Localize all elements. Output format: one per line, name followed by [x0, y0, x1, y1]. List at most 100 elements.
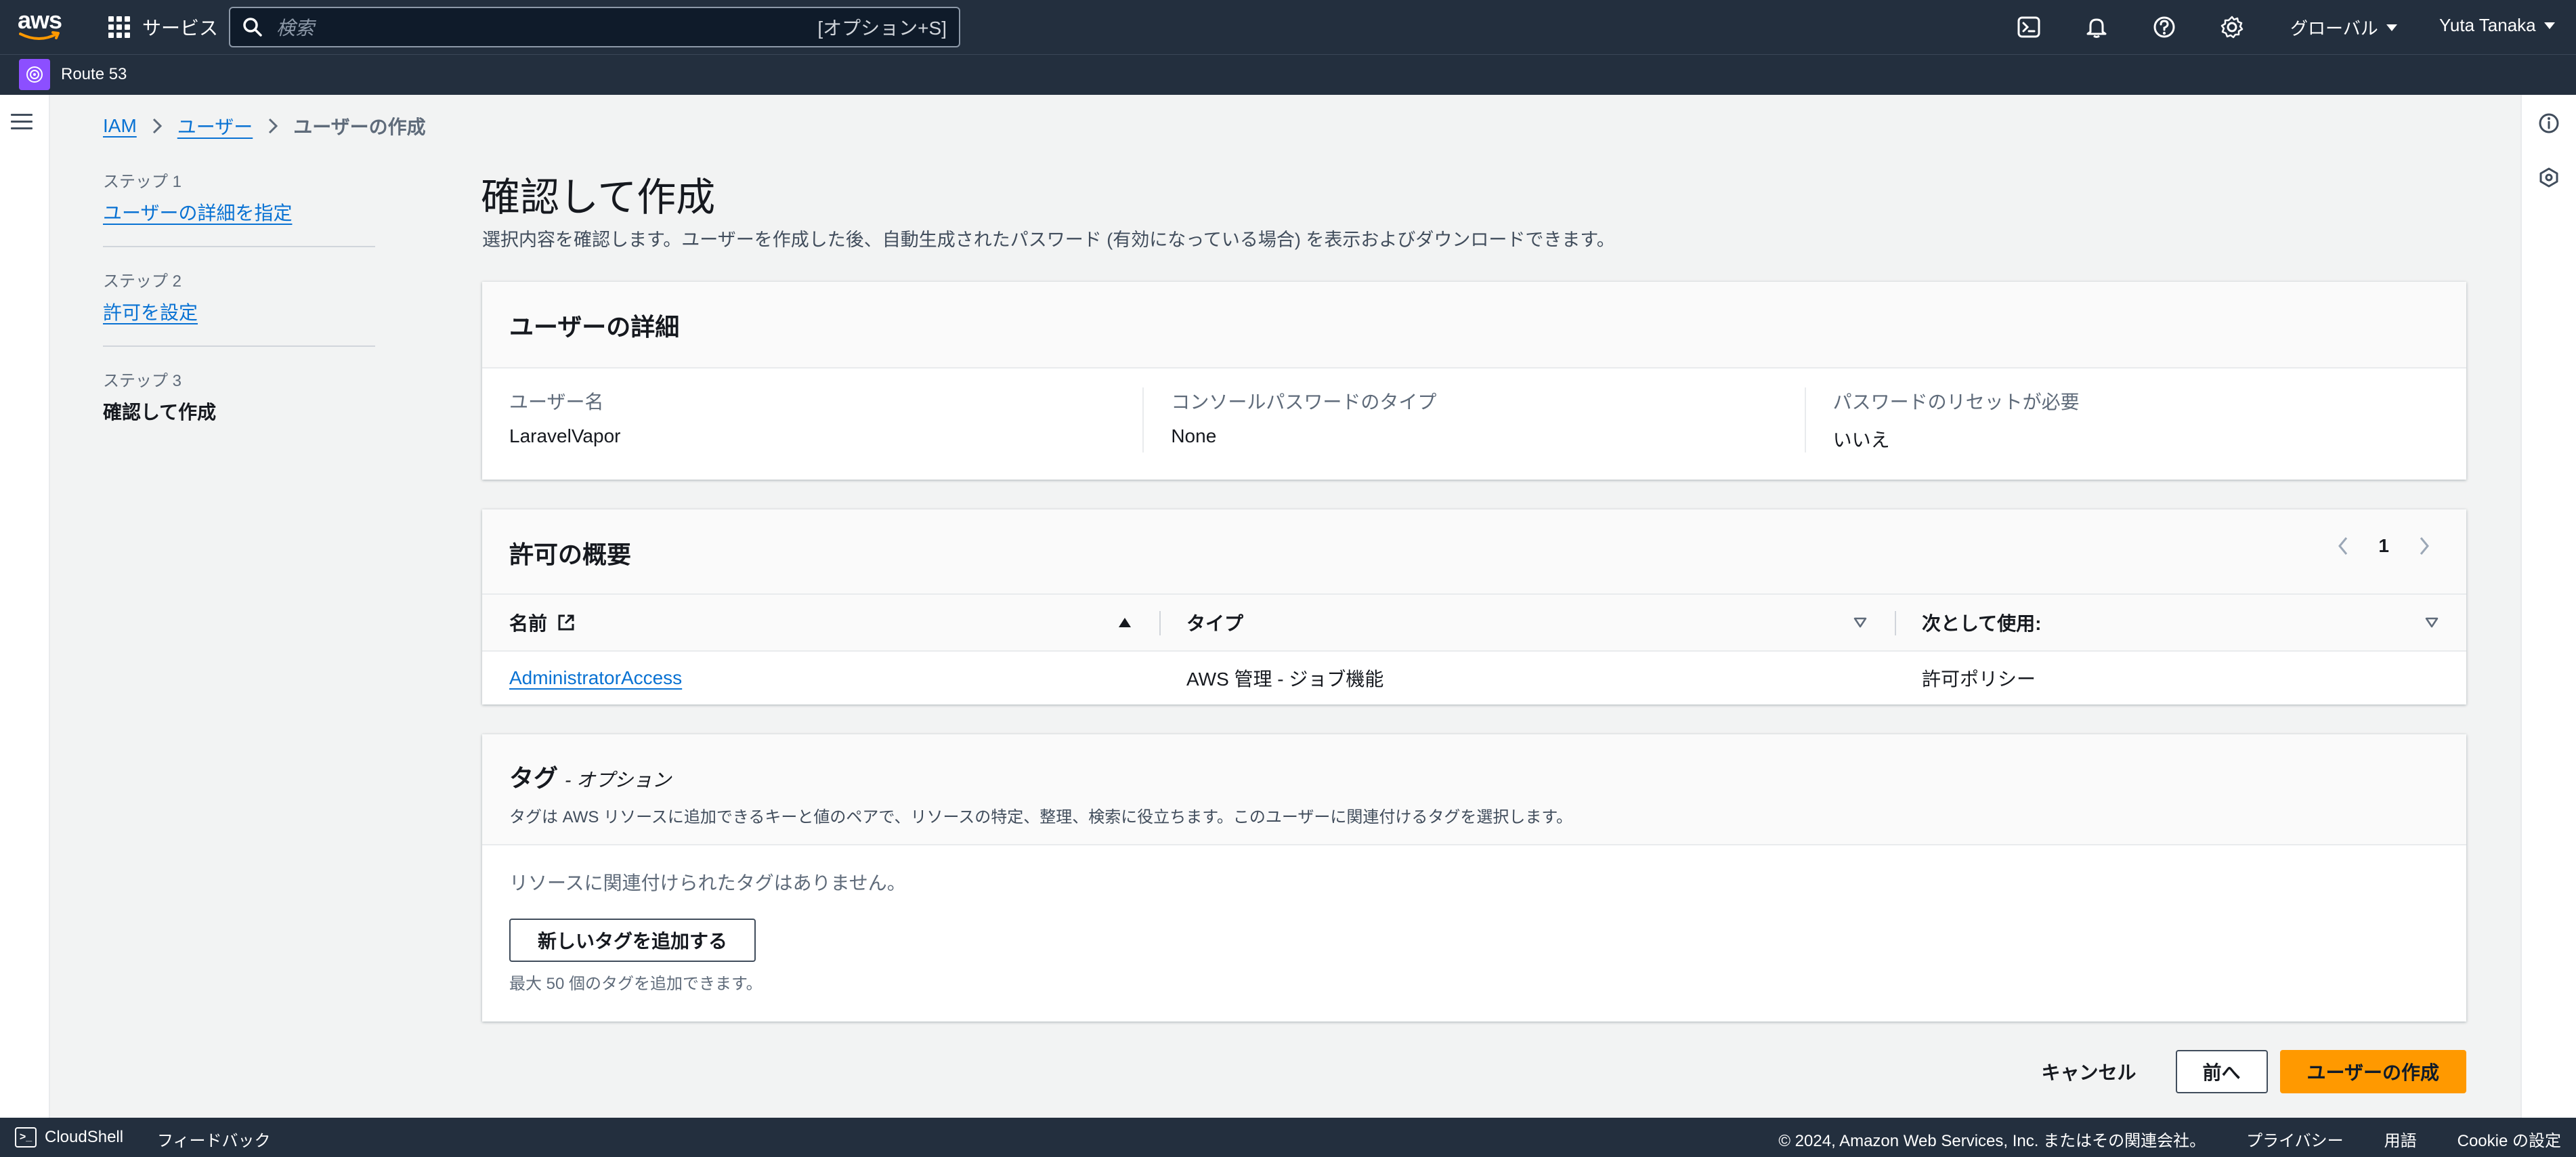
column-header-label: 次として使用: [1922, 613, 2042, 634]
info-panel-button[interactable] [2535, 110, 2562, 137]
pagination: 1 [2335, 532, 2432, 560]
tags-panel: タグ - オプション タグは AWS リソースに追加できるキーと値のペアで、リソ… [482, 734, 2466, 1022]
tags-body: リソースに関連付けられたタグはありません。 新しいタグを追加する 最大 50 個… [482, 845, 2466, 994]
chevron-right-icon [2420, 537, 2429, 555]
chevron-left-icon [2338, 537, 2348, 555]
page-number[interactable]: 1 [2378, 535, 2389, 557]
permissions-title: 許可の概要 [509, 541, 632, 568]
column-header-type[interactable]: タイプ [1159, 595, 1895, 650]
table-cell-used-as: 許可ポリシー [1922, 669, 2036, 690]
help-icon [2153, 16, 2175, 38]
search-placeholder: 検索 [276, 18, 315, 39]
step-label: ステップ 2 [103, 272, 182, 291]
settings-button[interactable] [2218, 14, 2246, 41]
panel-header: ユーザーの詳細 [482, 282, 2466, 369]
service-bar: Route 53 [0, 54, 2576, 95]
external-link-icon [558, 614, 574, 631]
breadcrumb-users[interactable]: ユーザー [177, 112, 253, 140]
caret-down-icon [2386, 24, 2397, 31]
page-description: 選択内容を確認します。ユーザーを作成した後、自動生成されたパスワード (有効にな… [482, 230, 1615, 250]
column-header-used-as[interactable]: 次として使用: [1895, 595, 2466, 650]
menu-icon[interactable] [11, 114, 33, 131]
footer: >_ CloudShell フィードバック © 2024, Amazon Web… [0, 1118, 2576, 1157]
step-3: ステップ 3 確認して作成 [103, 367, 375, 445]
wizard-actions: キャンセル 前へ ユーザーの作成 [2035, 1050, 2466, 1093]
tags-description: タグは AWS リソースに追加できるキーと値のペアで、リソースの特定、整理、検索… [509, 808, 1572, 826]
step-current-review: 確認して作成 [103, 402, 217, 423]
help-button[interactable] [2151, 14, 2178, 41]
search-icon [243, 18, 262, 37]
chevron-right-icon [152, 118, 162, 134]
top-navigation: aws サービス 検索 [オプション+S] グローバル Yuta Tanaka [0, 0, 2576, 54]
search-shortcut: [オプション+S] [817, 18, 947, 39]
gear-icon [2220, 16, 2244, 39]
user-details-title: ユーザーの詳細 [509, 313, 680, 341]
account-menu[interactable]: Yuta Tanaka [2439, 15, 2555, 36]
field-console-password-type: コンソールパスワードのタイプ None [1142, 387, 1804, 453]
step-label: ステップ 3 [103, 372, 182, 390]
field-key: パスワードのリセットが必要 [1832, 392, 2080, 413]
cloudshell-button[interactable] [2015, 14, 2042, 41]
field-value: None [1171, 425, 1217, 446]
create-user-button[interactable]: ユーザーの作成 [2279, 1050, 2466, 1093]
breadcrumb-current: ユーザーの作成 [293, 117, 426, 138]
privacy-link[interactable]: プライバシー [2246, 1127, 2344, 1151]
tags-heading: タグ - オプション [509, 759, 2439, 794]
field-key: ユーザー名 [509, 392, 604, 413]
step-link-user-details[interactable]: ユーザーの詳細を指定 [103, 198, 375, 226]
services-label: サービス [142, 18, 219, 39]
sort-icon [1853, 617, 1867, 628]
field-value: いいえ [1832, 429, 1890, 450]
column-header-label: 名前 [509, 613, 548, 634]
permissions-table: 名前 タイプ 次として使用: AdministratorAccess AWS 管… [482, 595, 2466, 704]
next-page-button[interactable] [2416, 532, 2432, 560]
tags-title: タグ [509, 764, 559, 792]
permissions-summary-panel: 許可の概要 1 名前 タイプ 次として使用: AdministratorAcce… [482, 509, 2466, 704]
notifications-button[interactable] [2083, 14, 2110, 41]
table-row: AdministratorAccess AWS 管理 - ジョブ機能 許可ポリシ… [482, 652, 2466, 704]
panel-header: タグ - オプション タグは AWS リソースに追加できるキーと値のペアで、リソ… [482, 734, 2466, 845]
column-header-name[interactable]: 名前 [482, 595, 1159, 650]
cancel-button[interactable]: キャンセル [2035, 1050, 2143, 1093]
search-input[interactable]: 検索 [オプション+S] [229, 7, 960, 47]
terminal-icon: >_ [15, 1127, 37, 1148]
bell-icon [2086, 18, 2107, 38]
field-username: ユーザー名 LaravelVapor [482, 387, 1142, 453]
previous-page-button[interactable] [2335, 532, 2351, 560]
breadcrumb: IAM ユーザー ユーザーの作成 [103, 112, 426, 140]
side-navigation-rail [0, 95, 50, 1118]
cloudshell-label: CloudShell [45, 1128, 124, 1146]
footer-links: © 2024, Amazon Web Services, Inc. またはその関… [1778, 1127, 2561, 1151]
region-selector[interactable]: グローバル [2290, 15, 2397, 40]
tags-optional-label: - オプション [565, 770, 672, 791]
tags-limit-hint: 最大 50 個のタグを追加できます。 [509, 975, 763, 993]
feedback-link[interactable]: フィードバック [157, 1127, 271, 1151]
service-shortcut-route53[interactable]: Route 53 [19, 59, 127, 90]
policy-link-administratoraccess[interactable]: AdministratorAccess [509, 667, 682, 688]
column-header-label: タイプ [1186, 613, 1244, 634]
field-key: コンソールパスワードのタイプ [1171, 392, 1437, 413]
step-link-permissions[interactable]: 許可を設定 [103, 298, 375, 325]
user-name: Yuta Tanaka [2439, 15, 2536, 35]
resources-panel-button[interactable] [2535, 164, 2562, 191]
panel-header: 許可の概要 1 [482, 509, 2466, 595]
services-menu-button[interactable]: サービス [108, 12, 218, 42]
cookie-settings-link[interactable]: Cookie の設定 [2457, 1127, 2561, 1151]
service-name: Route 53 [61, 65, 127, 83]
aws-logo[interactable]: aws [18, 8, 64, 43]
breadcrumb-iam[interactable]: IAM [103, 115, 137, 137]
previous-button[interactable]: 前へ [2175, 1050, 2268, 1093]
step-2: ステップ 2 許可を設定 [103, 268, 375, 347]
add-new-tag-button[interactable]: 新しいタグを追加する [509, 919, 756, 962]
field-password-reset: パスワードのリセットが必要 いいえ [1804, 387, 2466, 453]
user-details-fields: ユーザー名 LaravelVapor コンソールパスワードのタイプ None パ… [482, 369, 2466, 453]
table-cell-type: AWS 管理 - ジョブ機能 [1186, 669, 1384, 690]
caret-down-icon [2543, 22, 2555, 29]
tools-rail [2520, 95, 2576, 1118]
info-icon [2539, 113, 2559, 133]
chevron-right-icon [269, 118, 278, 134]
terms-link[interactable]: 用語 [2384, 1127, 2417, 1151]
hexagon-icon [2539, 167, 2558, 188]
terminal-icon [2017, 16, 2040, 38]
cloudshell-link[interactable]: >_ CloudShell [15, 1127, 123, 1148]
